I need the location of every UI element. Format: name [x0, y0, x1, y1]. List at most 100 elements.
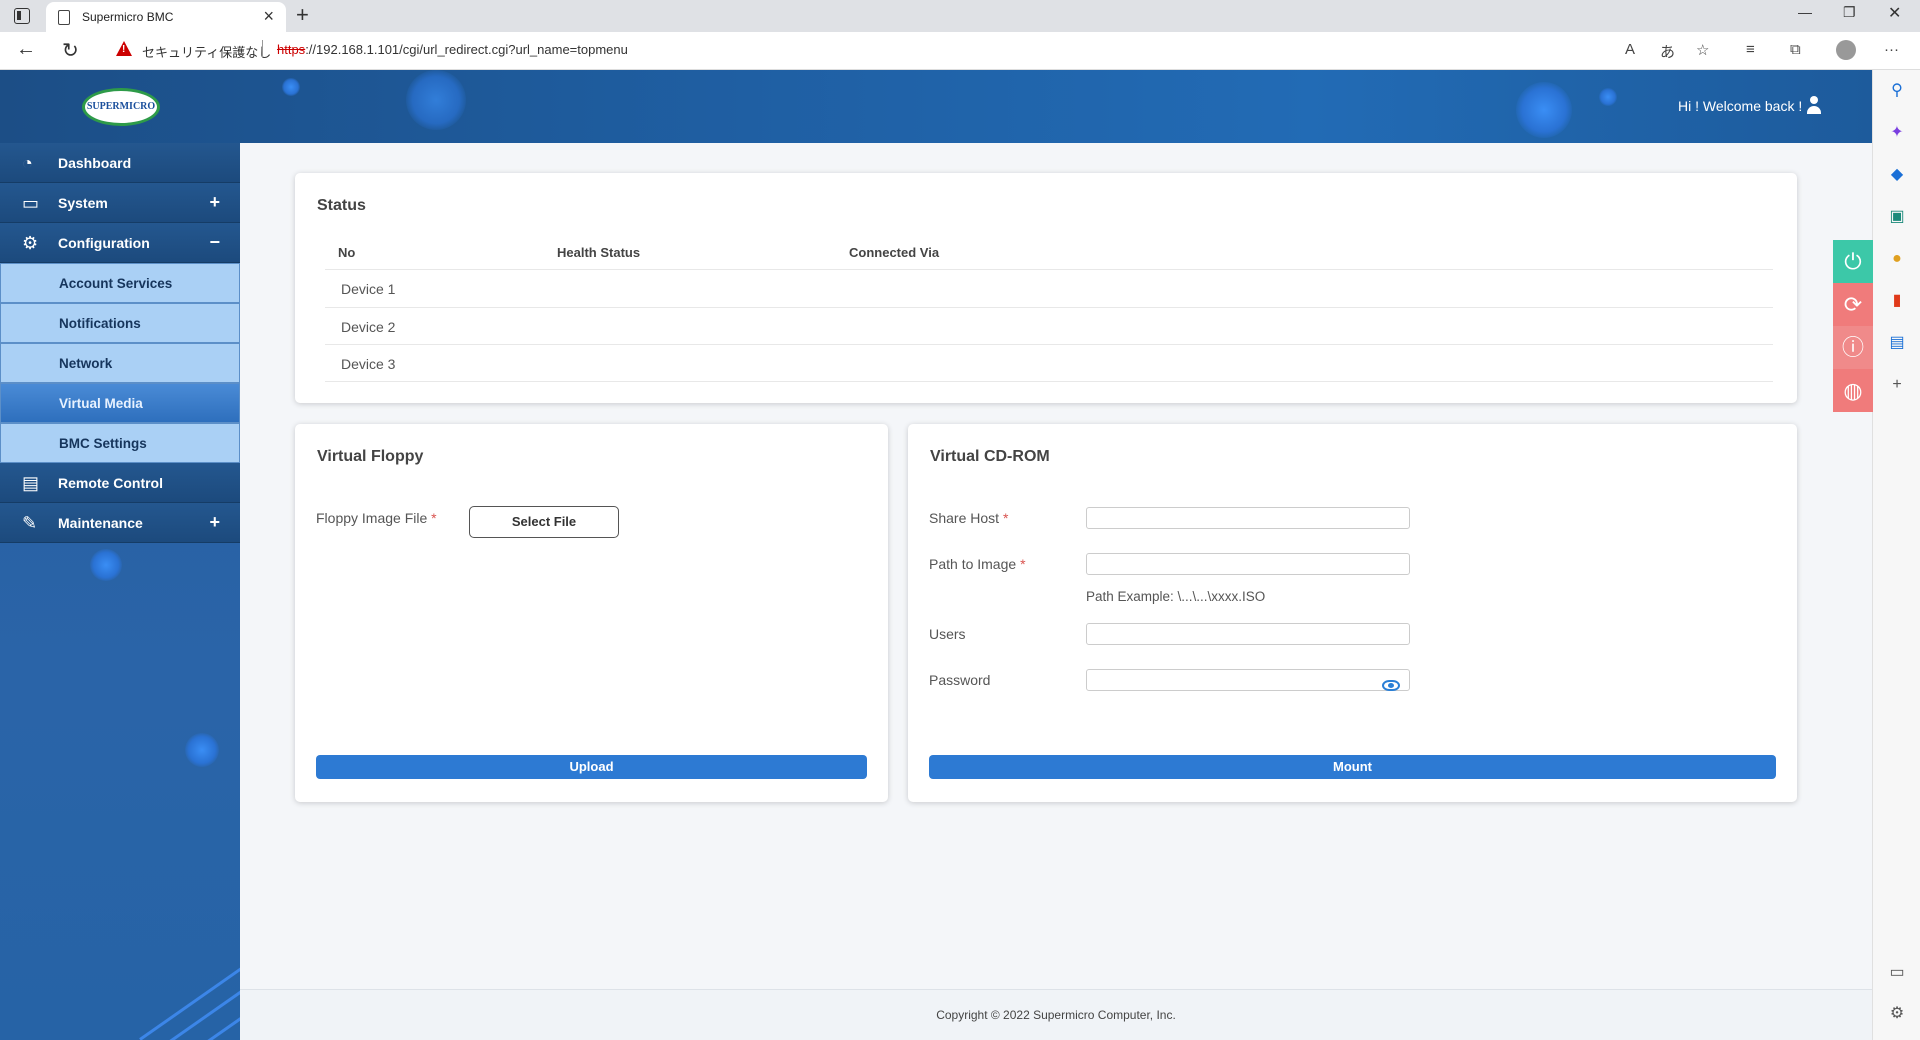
read-aloud-icon[interactable]: A	[1625, 41, 1635, 58]
copilot-icon[interactable]: ✦	[1888, 124, 1906, 142]
url-input[interactable]: https://192.168.1.101/cgi/url_redirect.c…	[277, 42, 628, 57]
add-icon[interactable]: +	[1888, 376, 1906, 394]
floppy-title: Virtual Floppy	[317, 448, 424, 465]
decor-bubble	[90, 549, 122, 581]
cdrom-title: Virtual CD-ROM	[930, 448, 1050, 465]
sidebar-item-maintenance[interactable]: ✎ Maintenance +	[0, 503, 240, 543]
games-icon[interactable]: ●	[1888, 250, 1906, 268]
edge-sidebar: ⚲ ✦ ◆ ▣ ● ▮ ▤ + ▭ ⚙	[1872, 70, 1920, 1040]
outlook-icon[interactable]: ▤	[1888, 334, 1906, 352]
warning-icon[interactable]	[116, 41, 132, 56]
more-icon[interactable]: ···	[1884, 41, 1899, 58]
power-button[interactable]: ⏻	[1833, 240, 1873, 283]
path-to-image-label-text: Path to Image	[929, 556, 1017, 572]
floppy-file-label: Floppy Image File *	[316, 510, 437, 526]
settings-gear-icon[interactable]: ⚙	[1888, 1005, 1906, 1023]
translate-icon[interactable]: あ	[1660, 41, 1675, 62]
insecure-label[interactable]: セキュリティ保護なし	[142, 42, 271, 61]
search-icon[interactable]: ⚲	[1888, 82, 1906, 100]
sidebar: ◔ Dashboard ▭ System + ⚙ Configuration −…	[0, 143, 240, 1040]
reload-icon[interactable]: ↻	[62, 38, 79, 63]
column-header-health: Health Status	[557, 245, 641, 260]
upload-button[interactable]: Upload	[316, 755, 867, 779]
browser-tab-bar: Supermicro BMC × + — ❐ ✕	[0, 0, 1920, 32]
required-mark: *	[1020, 556, 1026, 572]
dashboard-gauge-icon: ◔	[22, 153, 33, 173]
close-tab-icon[interactable]: ×	[263, 6, 274, 27]
virtual-cdrom-card: Virtual CD-ROM Share Host * Path to Imag…	[908, 424, 1797, 802]
info-icon: ⓘ	[1841, 335, 1864, 360]
show-password-eye-icon[interactable]	[1382, 680, 1400, 691]
add-favorite-icon[interactable]: ☆	[1696, 41, 1709, 59]
password-label: Password	[929, 672, 991, 688]
table-row: Device 1	[325, 269, 1773, 307]
new-tab-icon[interactable]: +	[296, 2, 309, 28]
status-title: Status	[317, 197, 366, 214]
sidebar-item-dashboard[interactable]: ◔ Dashboard	[0, 143, 240, 183]
mount-button[interactable]: Mount	[929, 755, 1776, 779]
required-mark: *	[1002, 510, 1009, 526]
collections-icon[interactable]: ⧉	[1790, 41, 1801, 58]
share-host-label: Share Host *	[929, 510, 1008, 526]
back-icon[interactable]: ←	[16, 38, 36, 61]
sidebar-item-account-services[interactable]: Account Services	[0, 263, 240, 303]
supermicro-logo[interactable]: SUPERMICRO	[82, 88, 160, 126]
sidebar-item-label: Maintenance	[58, 515, 143, 531]
column-header-no: No	[338, 245, 356, 260]
sidebar-item-network[interactable]: Network	[0, 343, 240, 383]
decor-bubble	[1516, 82, 1572, 138]
page-icon	[58, 10, 70, 25]
decor-bubble	[1599, 88, 1617, 106]
decor-bubble	[406, 70, 466, 130]
password-input[interactable]	[1086, 669, 1410, 691]
expand-icon: +	[209, 192, 220, 212]
language-button[interactable]: ◍	[1833, 369, 1873, 412]
sidebar-item-label: Account Services	[59, 276, 173, 291]
copyright-text: Copyright © 2022 Supermicro Computer, In…	[936, 1008, 1176, 1022]
refresh-button[interactable]: ⟳	[1833, 283, 1873, 326]
sidebar-item-bmc-settings[interactable]: BMC Settings	[0, 423, 240, 463]
required-mark: *	[431, 510, 437, 526]
url-separator	[262, 40, 263, 58]
sidebar-item-label: System	[58, 195, 108, 211]
users-label: Users	[929, 626, 966, 642]
sidebar-toggle-icon[interactable]: ▭	[1888, 964, 1906, 982]
restore-icon[interactable]: ❐	[1843, 4, 1856, 21]
share-host-input[interactable]	[1086, 507, 1410, 529]
column-header-connected: Connected Via	[849, 245, 940, 260]
sidebar-item-system[interactable]: ▭ System +	[0, 183, 240, 223]
path-example-hint: Path Example: \...\...\xxxx.ISO	[1086, 589, 1266, 604]
gear-icon: ⚙	[22, 233, 39, 253]
sidebar-item-label: Configuration	[58, 235, 150, 251]
url-scheme: https	[277, 42, 306, 57]
sidebar-item-notifications[interactable]: Notifications	[0, 303, 240, 343]
favorites-icon[interactable]: ≡	[1746, 41, 1755, 58]
tab-actions-icon[interactable]	[14, 8, 30, 24]
sidebar-item-remote-control[interactable]: ▤ Remote Control	[0, 463, 240, 503]
sidebar-item-configuration[interactable]: ⚙ Configuration −	[0, 223, 240, 263]
minimize-icon[interactable]: —	[1798, 4, 1812, 20]
sidebar-item-label: Remote Control	[58, 475, 163, 491]
sidebar-item-virtual-media[interactable]: Virtual Media	[0, 383, 240, 423]
users-input[interactable]	[1086, 623, 1410, 645]
path-to-image-input[interactable]	[1086, 553, 1410, 575]
select-file-button[interactable]: Select File	[469, 506, 619, 538]
console-icon: ▤	[22, 473, 40, 493]
table-row: Device 2	[325, 307, 1773, 345]
user-icon[interactable]	[1806, 96, 1822, 114]
profile-icon[interactable]	[1836, 40, 1856, 60]
path-to-image-label: Path to Image *	[929, 556, 1026, 572]
table-divider	[325, 381, 1773, 382]
table-row: Device 3	[325, 344, 1773, 382]
info-button[interactable]: ⓘ	[1833, 326, 1873, 369]
sidebar-item-label: Notifications	[59, 316, 141, 331]
laptop-icon: ▭	[22, 193, 40, 213]
browser-tab[interactable]: Supermicro BMC ×	[46, 2, 286, 32]
close-window-icon[interactable]: ✕	[1888, 3, 1901, 23]
office-icon[interactable]: ▮	[1888, 292, 1906, 310]
app-header: SUPERMICRO Hi ! Welcome back !	[0, 70, 1872, 143]
sidebar-item-label: Network	[59, 356, 113, 371]
device-name: Device 1	[341, 281, 396, 297]
tools-icon[interactable]: ▣	[1888, 208, 1906, 226]
shopping-icon[interactable]: ◆	[1888, 166, 1906, 184]
